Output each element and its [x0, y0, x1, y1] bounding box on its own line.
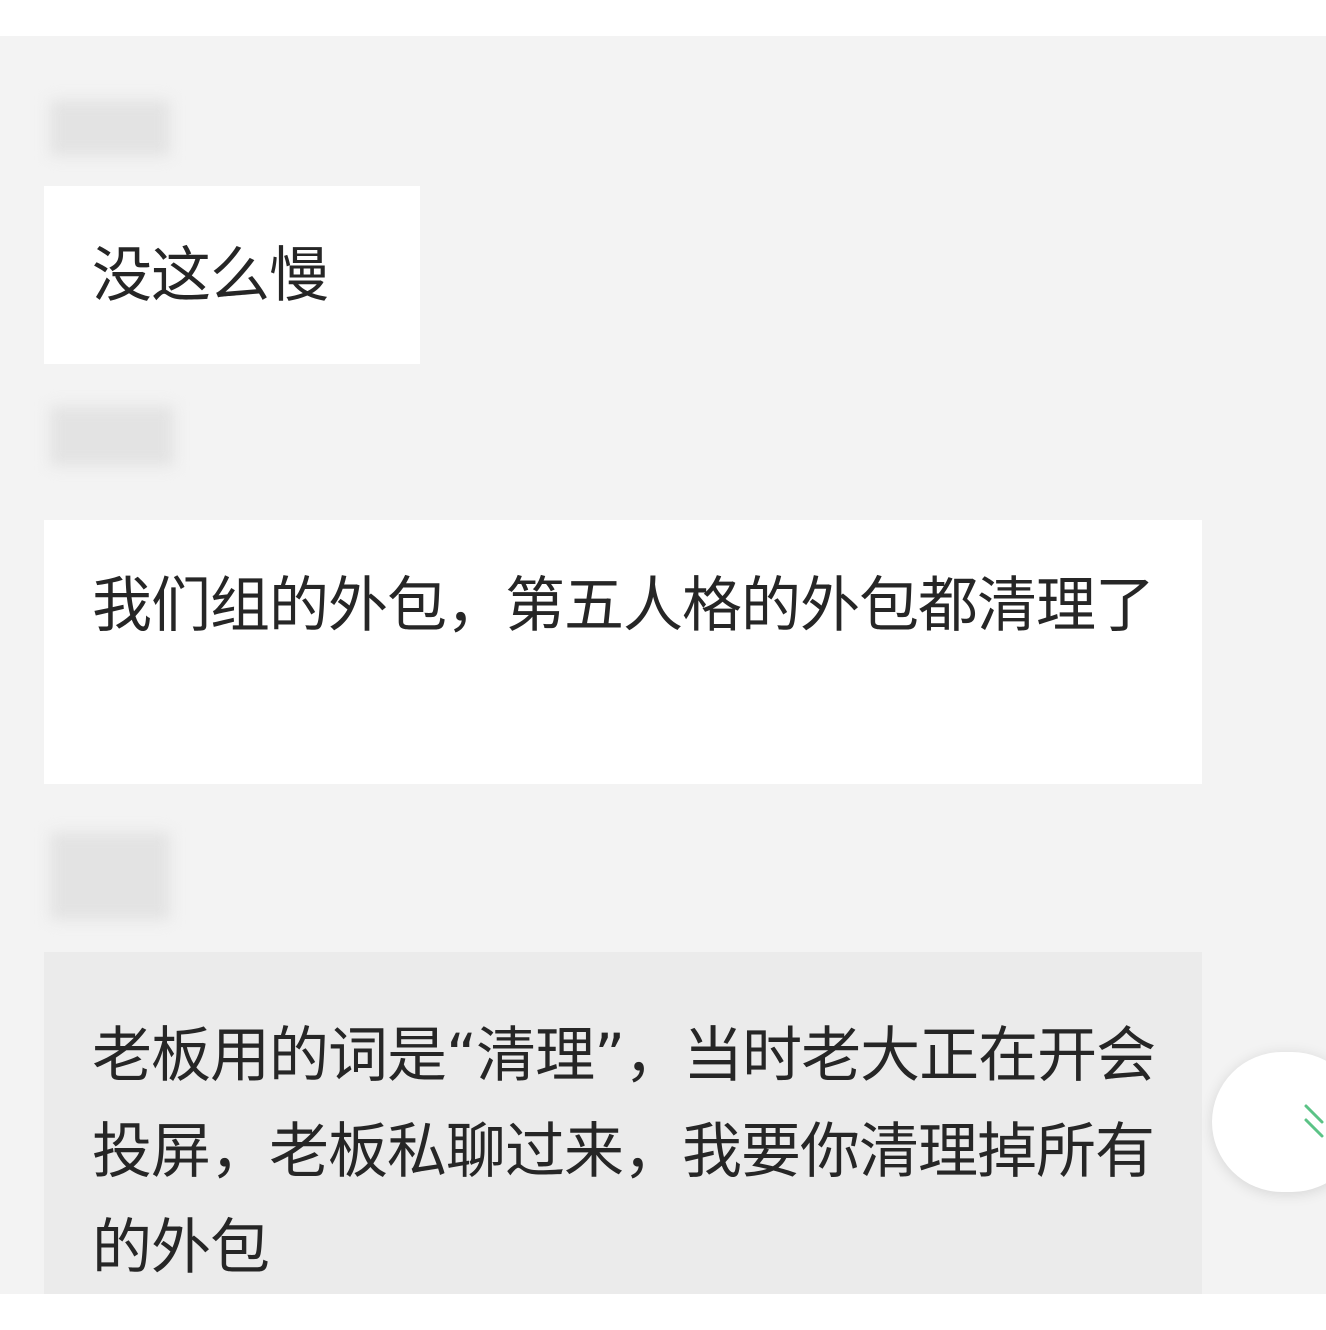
message-bubble: 我们组的外包，第五人格的外包都清理了	[44, 520, 1202, 784]
chat-area: 没这么慢 我们组的外包，第五人格的外包都清理了 老板用的词是“清理”，当时老大正…	[0, 36, 1326, 1294]
avatar-name-placeholder	[50, 100, 170, 156]
message-bubble-selected: 老板用的词是“清理”，当时老大正在开会投屏，老板私聊过来，我要你清理掉所有的外包	[44, 952, 1202, 1294]
scroll-down-button[interactable]	[1212, 1052, 1326, 1192]
avatar-name-placeholder	[50, 832, 170, 920]
message-bubble: 没这么慢	[44, 186, 420, 364]
avatar-name-placeholder	[50, 406, 174, 466]
scroll-down-icon	[1304, 1104, 1324, 1138]
bottom-strip	[0, 1294, 1326, 1330]
